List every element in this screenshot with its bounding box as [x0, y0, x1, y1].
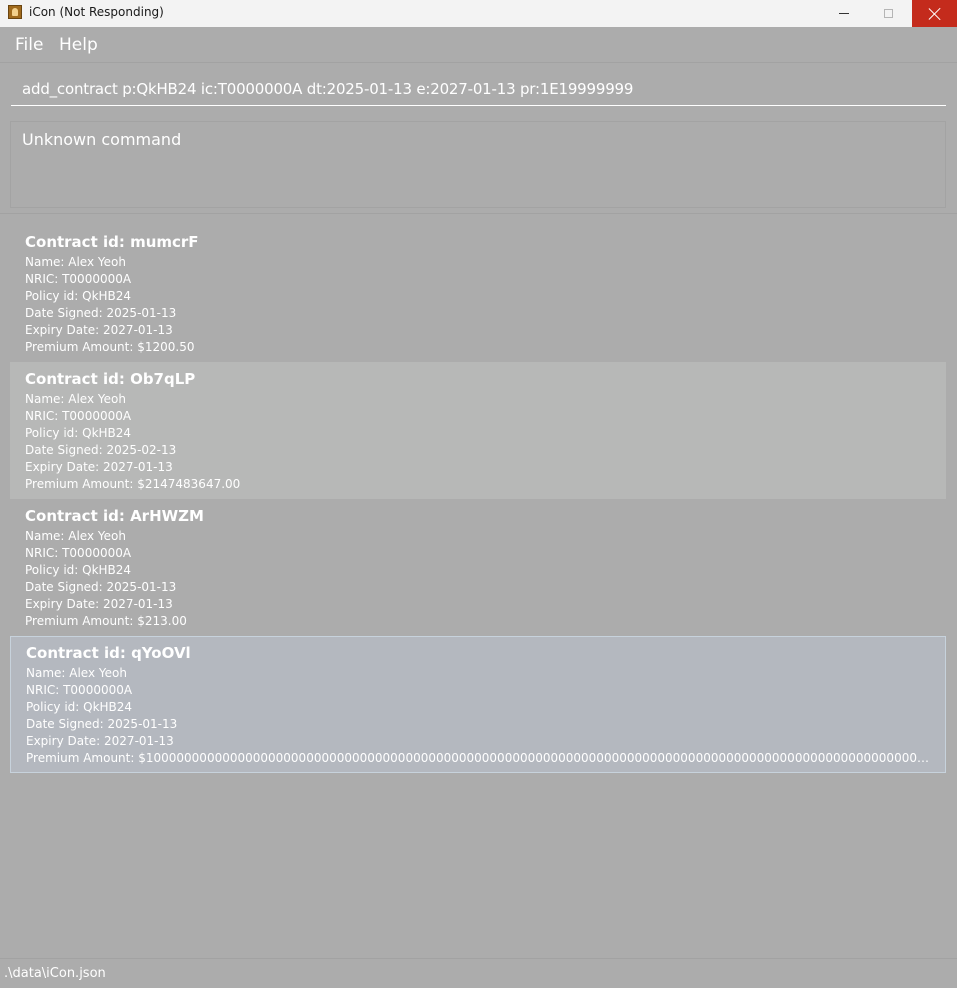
menu-file[interactable]: File [15, 36, 43, 54]
window-title: iCon (Not Responding) [29, 5, 164, 19]
contract-premium: Premium Amount: $1200.50 [25, 340, 195, 354]
contract-id: Contract id: ArHWZM [25, 507, 204, 525]
contract-card[interactable]: Contract id: ArHWZM Name: Alex Yeoh NRIC… [10, 499, 946, 636]
contract-name: Name: Alex Yeoh [25, 255, 126, 269]
contract-list[interactable]: Contract id: mumcrF Name: Alex Yeoh NRIC… [10, 225, 946, 785]
contract-date-signed: Date Signed: 2025-02-13 [25, 443, 177, 457]
title-bar: iCon (Not Responding) [0, 0, 957, 27]
contract-nric: NRIC: T0000000A [26, 683, 133, 697]
menu-help[interactable]: Help [59, 36, 98, 54]
contract-premium: Premium Amount: $213.00 [25, 614, 187, 628]
contract-policy-id: Policy id: QkHB24 [25, 289, 132, 303]
data-file-path: .\data\iCon.json [4, 966, 106, 981]
contract-nric: NRIC: T0000000A [25, 409, 132, 423]
contract-id: Contract id: Ob7qLP [25, 370, 196, 388]
command-input[interactable] [11, 72, 946, 105]
maximize-button[interactable] [866, 0, 911, 27]
close-button[interactable] [912, 0, 957, 27]
contract-name: Name: Alex Yeoh [25, 529, 126, 543]
contract-expiry-date: Expiry Date: 2027-01-13 [25, 323, 173, 337]
contract-premium: Premium Amount: $2147483647.00 [25, 477, 241, 491]
contract-expiry-date: Expiry Date: 2027-01-13 [25, 460, 173, 474]
maximize-icon [884, 9, 893, 18]
close-icon [929, 8, 941, 20]
contract-date-signed: Date Signed: 2025-01-13 [26, 717, 178, 731]
contract-id: Contract id: mumcrF [25, 233, 199, 251]
contract-policy-id: Policy id: QkHB24 [25, 563, 132, 577]
status-bar: .\data\iCon.json [0, 958, 957, 988]
command-box [11, 72, 946, 106]
contract-nric: NRIC: T0000000A [25, 546, 132, 560]
contract-name: Name: Alex Yeoh [26, 666, 127, 680]
app-icon [8, 5, 22, 19]
contract-nric: NRIC: T0000000A [25, 272, 132, 286]
contract-card[interactable]: Contract id: mumcrF Name: Alex Yeoh NRIC… [10, 225, 946, 362]
result-display: Unknown command [10, 121, 946, 208]
contract-name: Name: Alex Yeoh [25, 392, 126, 406]
contract-policy-id: Policy id: QkHB24 [25, 426, 132, 440]
contract-premium: Premium Amount: $10000000000000000000000… [26, 751, 934, 765]
contract-expiry-date: Expiry Date: 2027-01-13 [25, 597, 173, 611]
contract-policy-id: Policy id: QkHB24 [26, 700, 133, 714]
minimize-button[interactable] [821, 0, 866, 27]
menu-divider [0, 62, 957, 63]
result-message: Unknown command [22, 130, 182, 149]
contract-date-signed: Date Signed: 2025-01-13 [25, 580, 177, 594]
minimize-icon [838, 13, 849, 14]
contract-card-selected[interactable]: Contract id: qYoOVl Name: Alex Yeoh NRIC… [10, 636, 946, 773]
list-divider [0, 213, 957, 214]
contract-id: Contract id: qYoOVl [26, 644, 191, 662]
contract-expiry-date: Expiry Date: 2027-01-13 [26, 734, 174, 748]
contract-date-signed: Date Signed: 2025-01-13 [25, 306, 177, 320]
menu-bar: File Help [0, 27, 957, 63]
contract-card[interactable]: Contract id: Ob7qLP Name: Alex Yeoh NRIC… [10, 362, 946, 499]
